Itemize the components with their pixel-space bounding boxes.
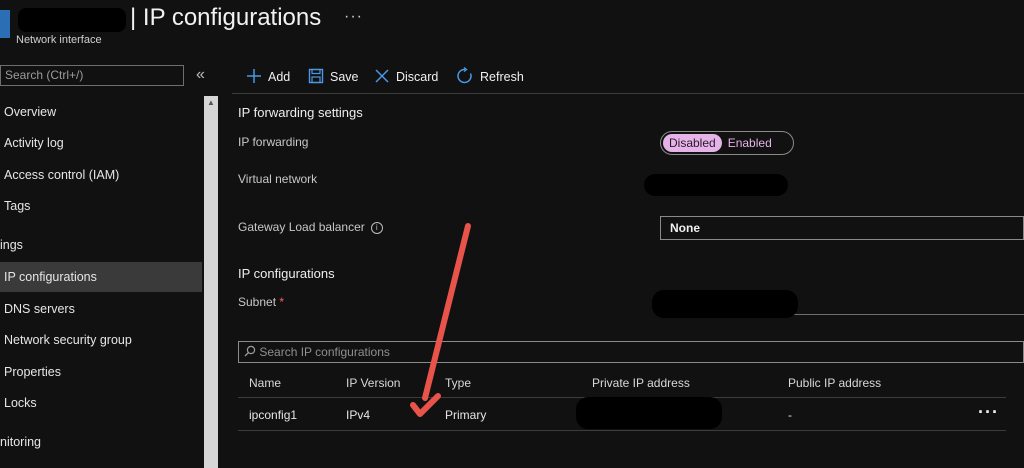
refresh-icon — [456, 66, 474, 88]
redacted-private-ip — [576, 397, 722, 429]
gateway-lb-dropdown[interactable]: None — [660, 216, 1024, 240]
redacted-subnet — [652, 290, 798, 318]
sidebar-item-ip-configurations[interactable]: IP configurations — [0, 262, 202, 292]
resource-type-subtitle: Network interface — [16, 34, 102, 46]
sidebar-item-label: Network security group — [4, 333, 132, 347]
sidebar-item-label: IP configurations — [4, 270, 97, 284]
toolbar-divider — [232, 93, 1024, 94]
toggle-option-disabled[interactable]: Disabled — [663, 134, 722, 152]
discard-icon — [374, 68, 390, 87]
column-header-name[interactable]: Name — [249, 376, 281, 390]
ipconfig-heading: IP configurations — [238, 266, 335, 281]
discard-button[interactable]: Discard — [374, 66, 438, 88]
redacted-resource-name — [18, 8, 126, 32]
sidebar-item-label: Overview — [4, 105, 57, 119]
sidebar-section-settings: ings — [0, 238, 23, 252]
sidebar-item-nsg[interactable]: Network security group — [0, 325, 202, 355]
save-button[interactable]: Save — [308, 66, 359, 88]
ip-forwarding-toggle[interactable]: Disabled Enabled — [660, 131, 794, 155]
save-icon — [308, 68, 324, 87]
virtual-network-label: Virtual network — [238, 172, 318, 186]
gateway-lb-label: Gateway Load balancer i — [238, 220, 383, 234]
redacted-virtual-network — [644, 174, 788, 196]
forwarding-heading: IP forwarding settings — [238, 105, 363, 120]
cell-public-ip: - — [788, 408, 792, 422]
refresh-button[interactable]: Refresh — [456, 66, 524, 88]
sidebar-item-label: Activity log — [4, 136, 64, 150]
column-header-private-ip[interactable]: Private IP address — [592, 376, 690, 390]
subnet-label: Subnet * — [238, 295, 284, 309]
cell-name[interactable]: ipconfig1 — [249, 408, 297, 422]
row-divider — [238, 430, 1006, 431]
ip-forwarding-label: IP forwarding — [238, 135, 309, 149]
sidebar-search-input[interactable]: Search (Ctrl+/) — [0, 65, 184, 86]
sidebar-section-monitoring: nitoring — [0, 435, 41, 449]
ipconfig-search-input[interactable]: Search IP configurations — [238, 341, 1024, 363]
search-icon — [244, 345, 256, 357]
sidebar-item-label: Properties — [4, 365, 61, 379]
cell-type: Primary — [445, 408, 487, 422]
column-header-ip-version[interactable]: IP Version — [346, 376, 400, 390]
column-header-type[interactable]: Type — [445, 376, 471, 390]
save-label: Save — [330, 70, 359, 84]
sidebar-item-dns-servers[interactable]: DNS servers — [0, 294, 202, 324]
page-title: | IP configurations — [130, 4, 322, 31]
sidebar-item-iam[interactable]: Access control (IAM) — [0, 160, 202, 190]
subnet-label-text: Subnet — [238, 295, 277, 309]
refresh-label: Refresh — [480, 70, 524, 84]
column-header-public-ip[interactable]: Public IP address — [788, 376, 881, 390]
sidebar-item-activity-log[interactable]: Activity log — [0, 128, 202, 158]
sidebar-item-label: DNS servers — [4, 302, 75, 316]
add-button[interactable]: Add — [246, 66, 290, 88]
more-options-button[interactable]: ··· — [344, 8, 363, 26]
gateway-lb-label-text: Gateway Load balancer — [238, 220, 365, 234]
collapse-sidebar-button[interactable]: « — [196, 66, 205, 84]
required-marker: * — [279, 295, 285, 309]
sidebar-item-label: Access control (IAM) — [4, 168, 120, 182]
discard-label: Discard — [396, 70, 439, 84]
sidebar-scrollbar[interactable] — [204, 96, 218, 468]
sidebar-item-tags[interactable]: Tags — [0, 191, 202, 221]
add-icon — [246, 68, 262, 87]
add-label: Add — [268, 70, 291, 84]
scroll-up-icon[interactable]: ▲ — [204, 96, 218, 110]
cell-ip-version: IPv4 — [346, 408, 371, 422]
more-icon[interactable]: ··· — [978, 402, 999, 423]
network-interface-icon — [0, 10, 10, 38]
sidebar-item-label: Locks — [4, 396, 37, 410]
sidebar-item-properties[interactable]: Properties — [0, 357, 202, 387]
sidebar-item-locks[interactable]: Locks — [0, 388, 202, 418]
sidebar-item-label: Tags — [4, 199, 31, 213]
ipconfig-search-placeholder: Search IP configurations — [259, 345, 390, 359]
sidebar-item-overview[interactable]: Overview — [0, 97, 202, 127]
toggle-option-enabled[interactable]: Enabled — [722, 134, 778, 152]
info-icon: i — [370, 222, 383, 234]
